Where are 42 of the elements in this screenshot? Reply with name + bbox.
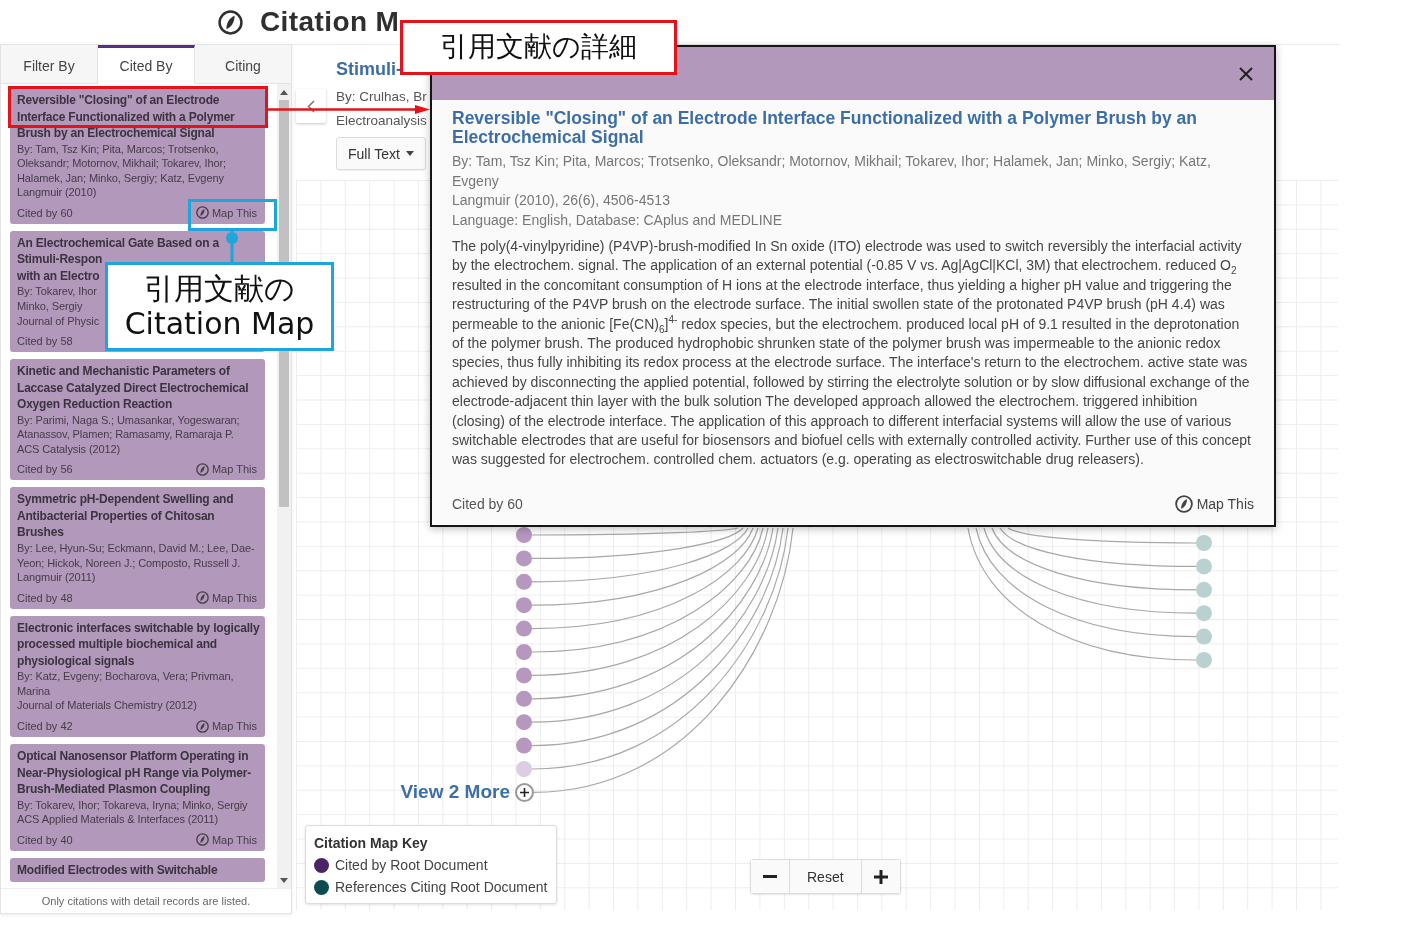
card-authors: By: Lee, Hyun-Su; Eckmann, David M.; Lee, Dae-Yeon; Hickok, Noreen J.; Composto, Russell J.: [17, 540, 256, 571]
card-source: Langmuir (2011): [17, 570, 97, 585]
legend-label: References Citing Root Document: [335, 878, 548, 897]
document-source: Electroanalysis: [336, 112, 427, 130]
card-title: Electronic interfaces switchable by logically processed multiple biochemical and physiological signals: [17, 619, 260, 670]
cited-by-count: Cited by 40: [17, 832, 73, 847]
card-source: ACS Applied Materials & Interfaces (2011): [17, 812, 220, 827]
legend-title: Citation Map Key: [314, 834, 429, 853]
cited-by-count: Cited by 42: [17, 719, 73, 733]
card-authors: By: Tokarev, Ihor; Tokareva, Iryna; Minko, Sergiy: [17, 797, 249, 813]
card-source: Journal of Materials Chemistry (2012): [17, 698, 198, 713]
card-authors-line: By: Tokarev, Ihor: [17, 284, 97, 299]
page-title: Citation M: [260, 5, 400, 39]
document-authors: By: Crulhas, Br: [336, 88, 427, 106]
document-authors: By: Tam, Tsz Kin; Pita, Marcos; Trotsenko, Oleksandr; Motornov, Mikhail; Tokarev, Ihor; Halamek, Jan; Minko, Sergiy; Katz, Evgeny: [452, 152, 1212, 191]
abstract-text: The poly(4-vinylpyridine) (P4VP)-brush-modified In Sn oxide (ITO) electrode was used to switch reversibly the interfacial activity by the electrochem. signal. The application of an external potential (-0.85 V vs. Ag|AgCl|KCl, 3M) that electrochem. reduced O$_{2}$ resulted in the concomitant consumption of H ions at the electrode interface, thus yielding a higher pH value and triggering the restructuring of the P4VP brush on the electrode surface. The initial swollen state of the protonated P4VP brush (pH 4.4) was permeable to the anionic [Fe(CN)$_{6}$]$^{4-}$ redox species, but the electrochem. produced local pH of 9.1 resulted in the deprotonation of the polymer brush. The produced hydrophobic shrunken state of the polymer brush was impermeable to the anionic redox species, thus fully inhibiting its redox process at the electrode surface. The interface's return to the electrochem. active state was achieved by disconnecting the applied potential, followed by stirring the electrolyte solution or by slow diffusional exchange of the electrode-adjacent thin layer with the bulk solution The developed approach allowed the electrochem. triggered inhibition (closing) of the electrode interface. The application of this approach to different interfacial systems will allow the use of various switchable electrodes that are useful for biosensors and biofuel cells with externally controlled activity. Further use of this concept was suggested for electrochem. controlled chem. actuators (e.g. operating as electroswitchable drug releasers).: [452, 237, 1252, 470]
callout-tooltip: 引用文献の Citation Map: [105, 262, 334, 351]
card-title: Symmetric pH-Dependent Swelling and Antibacterial Properties of Chitosan Brushes: [17, 491, 235, 541]
list-note: Only citations with detail records are listed.: [41, 895, 251, 907]
card-authors: By: Parimi, Naga S.; Umasankar, Yogeswaran; Atanassov, Plamen; Ramasamy, Ramaraja P.: [17, 412, 241, 442]
cited-by-count: Cited by 56: [17, 462, 73, 477]
card-title-line: Stimuli-Respon: [17, 251, 103, 268]
card-source: Langmuir (2010): [17, 185, 98, 200]
card-source: ACS Catalysis (2012): [17, 441, 122, 457]
cited-by-count: Cited by 60: [17, 205, 73, 220]
card-authors: By: Katz, Evgeny; Bocharova, Vera; Privman, Marina: [17, 669, 235, 699]
card-title-line: with an Electro: [17, 267, 100, 285]
card-title-line: An Electrochemical Gate Based on a: [17, 234, 219, 252]
cited-by-count: Cited by 60: [452, 496, 523, 512]
legend-label: Cited by Root Document: [335, 856, 488, 875]
card-authors: By: Tam, Tsz Kin; Pita, Marcos; Trotsenko, Oleksandr; Motornov, Mikhail; Tokarev, Ihor; Halamek, Jan; Minko, Sergiy; Katz, Evgeny: [17, 141, 227, 186]
callout-tooltip: 引用文献の詳細: [400, 20, 677, 75]
card-title: Reversible "Closing" of an Electrode Interface Functionalized with a Polymer Brush by an Electrochemical Signal: [17, 92, 236, 142]
document-language: Language: English, Database: CAplus and MEDLINE: [452, 210, 783, 230]
card-title: Kinetic and Mechanistic Parameters of Laccase Catalyzed Direct Electrochemical Oxygen Reduction Reaction: [17, 363, 250, 413]
cited-by-count: Cited by 58: [17, 334, 73, 349]
card-authors-line: Minko, Sergiy: [17, 298, 83, 314]
card-source: Journal of Physic: [17, 313, 100, 329]
card-title: Modified Electrodes with Switchable: [17, 861, 219, 879]
document-citation: Langmuir (2010), 26(6), 4506-4513: [452, 191, 671, 210]
card-title: Optical Nanosensor Platform Operating in Near-Physiological pH Range via Polymer-Brush-Mediated Plasmon Coupling: [17, 748, 253, 798]
cited-by-count: Cited by 48: [17, 590, 73, 605]
